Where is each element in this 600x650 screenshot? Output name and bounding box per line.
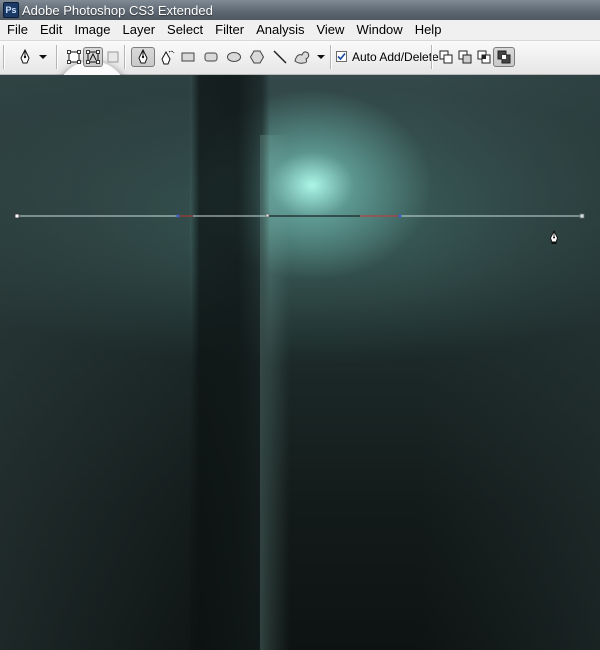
exclude-overlap-icon[interactable]: [493, 47, 515, 67]
polygon-icon[interactable]: [247, 47, 267, 67]
fill-pixels-icon[interactable]: [103, 47, 123, 67]
auto-add-delete-checkbox[interactable]: [336, 51, 347, 62]
rectangle-icon[interactable]: [178, 47, 198, 67]
title-bar: Ps Adobe Photoshop CS3 Extended: [0, 0, 600, 20]
menu-analysis[interactable]: Analysis: [250, 20, 310, 40]
grip-divider: [3, 45, 5, 69]
options-bar: Auto Add/Delete: [0, 41, 600, 133]
intersect-path-icon[interactable]: [474, 47, 494, 67]
menu-file[interactable]: File: [0, 20, 34, 40]
document-canvas[interactable]: [0, 75, 600, 650]
custom-shape-icon[interactable]: [292, 47, 312, 67]
pen-icon[interactable]: [15, 47, 35, 67]
divider: [431, 45, 433, 69]
menu-image[interactable]: Image: [68, 20, 116, 40]
divider: [56, 45, 58, 69]
checkmark-icon: [337, 52, 346, 61]
menu-help[interactable]: Help: [409, 20, 448, 40]
line-icon[interactable]: [270, 47, 290, 67]
menu-edit[interactable]: Edit: [34, 20, 68, 40]
shape-layers-icon[interactable]: [64, 47, 84, 67]
menu-window[interactable]: Window: [350, 20, 408, 40]
anchor-point[interactable]: [579, 213, 585, 219]
chevron-down-icon[interactable]: [314, 47, 328, 67]
chevron-down-icon[interactable]: [36, 47, 50, 67]
divider: [124, 45, 126, 69]
auto-add-delete-label: Auto Add/Delete: [352, 50, 439, 64]
pen-cursor-icon: [550, 229, 558, 244]
paths-icon[interactable]: [83, 47, 103, 67]
ellipse-icon[interactable]: [224, 47, 244, 67]
pen-icon[interactable]: [131, 47, 155, 67]
menu-view[interactable]: View: [310, 20, 350, 40]
freeform-pen-icon[interactable]: [157, 47, 177, 67]
handle-point[interactable]: [398, 214, 402, 218]
anchor-point[interactable]: [14, 213, 20, 219]
anchor-point[interactable]: [265, 213, 270, 218]
subtract-from-path-icon[interactable]: [455, 47, 475, 67]
window-title: Adobe Photoshop CS3 Extended: [22, 3, 213, 18]
add-to-path-icon[interactable]: [436, 47, 456, 67]
menu-select[interactable]: Select: [161, 20, 209, 40]
divider: [330, 45, 332, 69]
work-path[interactable]: [0, 75, 600, 650]
handle-point[interactable]: [176, 214, 180, 218]
menu-layer[interactable]: Layer: [117, 20, 162, 40]
rounded-rectangle-icon[interactable]: [201, 47, 221, 67]
menu-bar: File Edit Image Layer Select Filter Anal…: [0, 20, 600, 41]
photoshop-app-icon[interactable]: Ps: [3, 2, 19, 18]
menu-filter[interactable]: Filter: [209, 20, 250, 40]
